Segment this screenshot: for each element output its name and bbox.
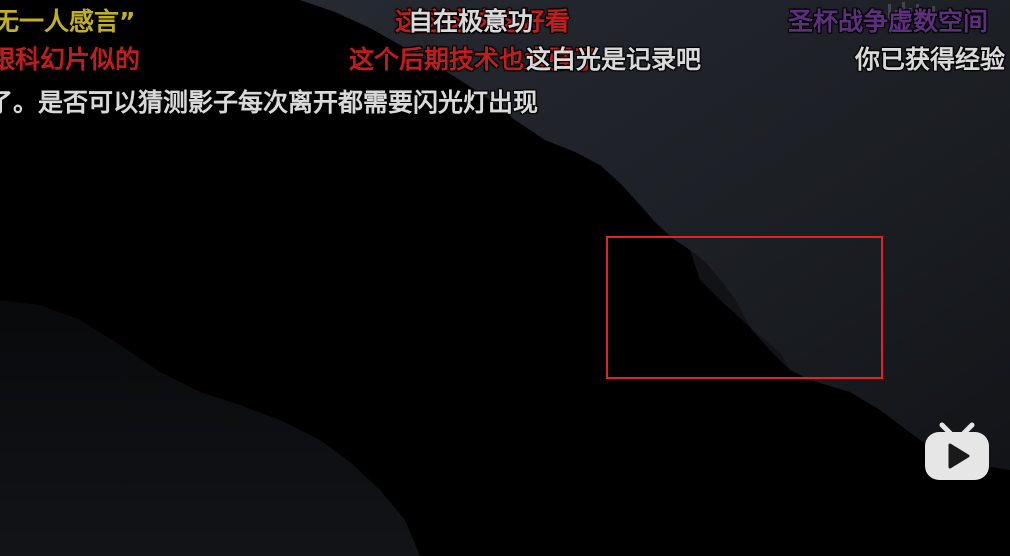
bilibili-tv-play-icon[interactable] <box>922 419 992 483</box>
selection-box <box>606 236 883 379</box>
video-player[interactable]: 无一人感言” 这这这这这好看 自在极意功 圣杯战争虚数空间 跟科幻片似的 这个后… <box>0 0 1010 556</box>
bilibili-watermark <box>888 2 935 20</box>
